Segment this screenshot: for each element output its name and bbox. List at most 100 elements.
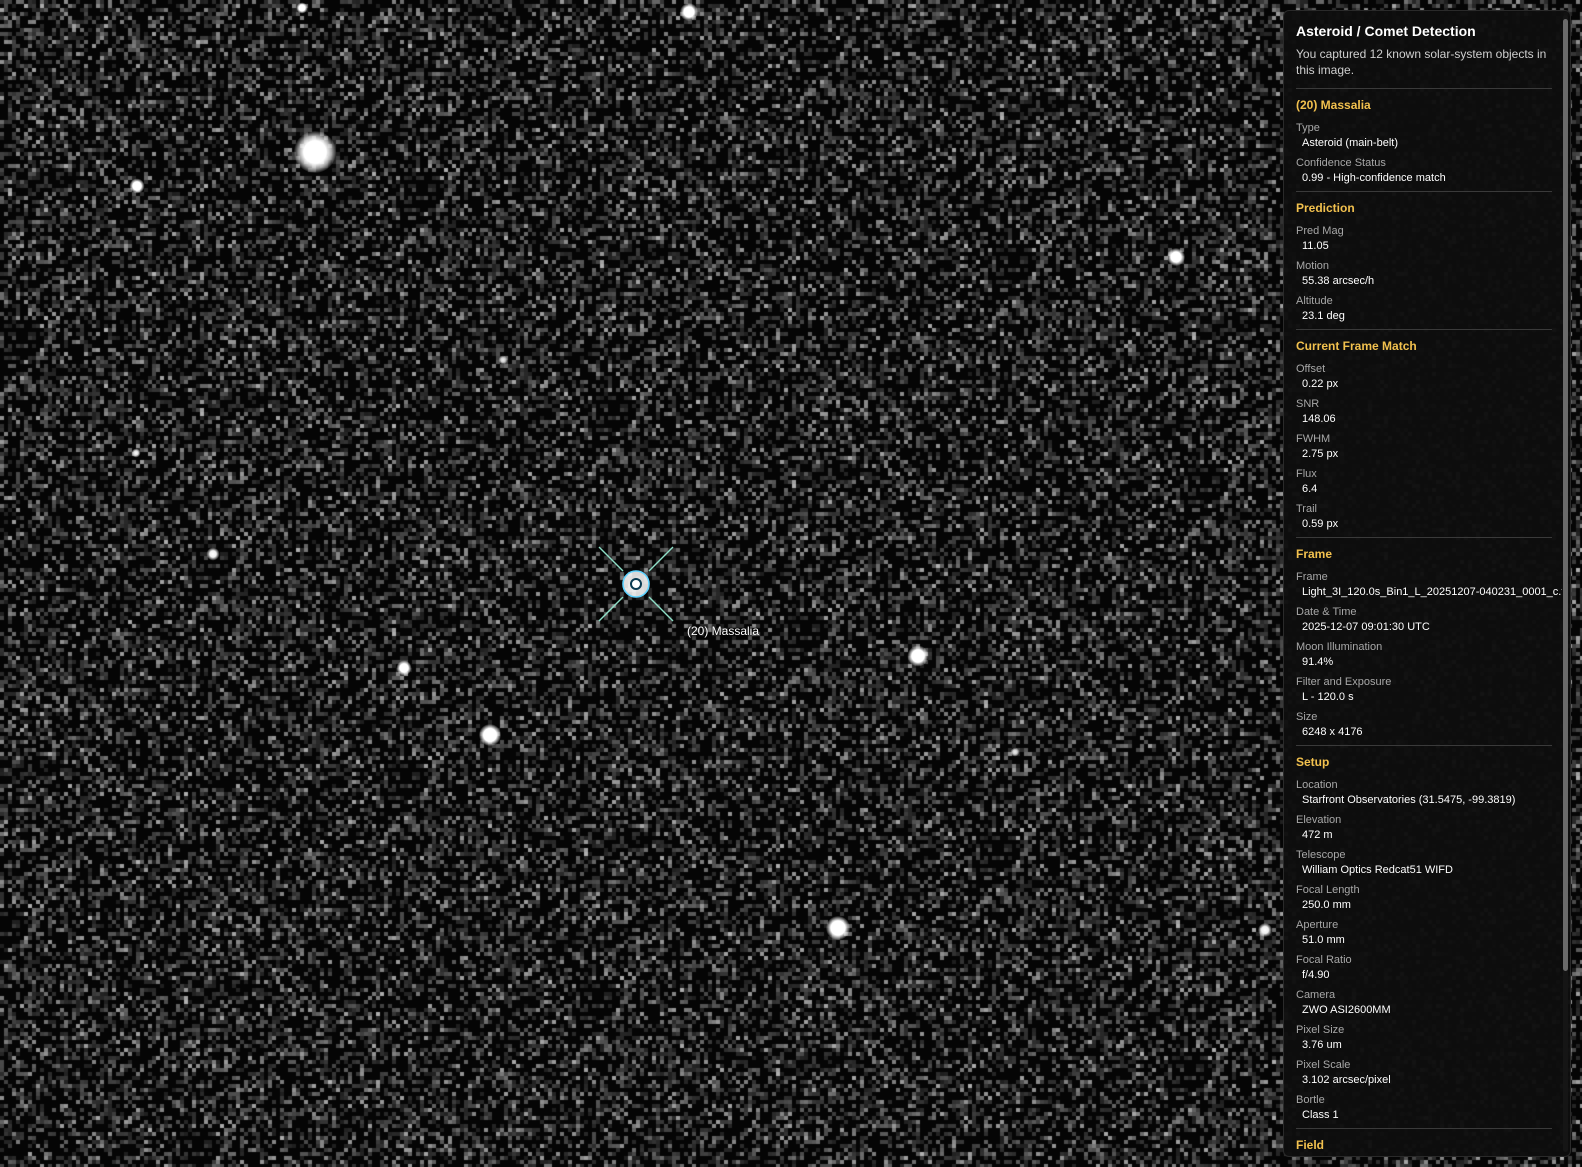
divider (1296, 191, 1552, 192)
field-value: 0.99 - High-confidence match (1302, 172, 1446, 184)
field-label: Flux (1296, 468, 1317, 480)
field-label: Frame (1296, 571, 1328, 583)
field-value: 2025-12-07 09:01:30 UTC (1302, 621, 1430, 633)
info-field: Confidence Status 0.99 - High-confidence … (1296, 156, 1552, 186)
detection-info-panel[interactable]: Asteroid / Comet Detection You captured … (1283, 10, 1571, 1157)
field-label: SNR (1296, 398, 1320, 410)
field-label: Focal Length (1296, 884, 1360, 896)
field-label: Confidence Status (1296, 157, 1386, 169)
star (1258, 923, 1272, 937)
field-label: Date & Time (1296, 606, 1357, 618)
object-name: (20) Massalia (1296, 98, 1371, 112)
info-field: Altitude 23.1 deg (1296, 294, 1552, 324)
info-field: FWHM 2.75 px (1296, 432, 1552, 462)
info-field: Date & Time 2025-12-07 09:01:30 UTC (1296, 605, 1552, 635)
field-value: 0.22 px (1302, 378, 1339, 390)
field-label: Altitude (1296, 295, 1333, 307)
info-field: Elevation 472 m (1296, 813, 1552, 843)
info-field: Focal Ratio f/4.90 (1296, 953, 1552, 983)
star (129, 178, 145, 194)
field-value: ZWO ASI2600MM (1302, 1004, 1391, 1016)
star (294, 131, 336, 173)
info-field: Frame Light_3I_120.0s_Bin1_L_20251207-040… (1296, 570, 1562, 600)
field-label: Elevation (1296, 814, 1342, 826)
divider (1296, 745, 1552, 746)
field-value: Light_3I_120.0s_Bin1_L_20251207-040231_0… (1302, 586, 1562, 598)
field-value: Class 1 (1302, 1109, 1339, 1121)
divider (1296, 329, 1552, 330)
section-title: Prediction (1296, 201, 1355, 215)
panel-scrollbar-thumb[interactable] (1563, 19, 1568, 971)
info-field: Focal Length 250.0 mm (1296, 883, 1552, 913)
field-label: Camera (1296, 989, 1336, 1001)
field-value: 3.76 um (1302, 1039, 1342, 1051)
info-field: Camera ZWO ASI2600MM (1296, 988, 1552, 1018)
field-value: 0.59 px (1302, 518, 1339, 530)
panel-subtitle: You captured 12 known solar-system objec… (1296, 47, 1547, 77)
info-field: SNR 148.06 (1296, 397, 1552, 427)
info-field: Bortle Class 1 (1296, 1093, 1552, 1123)
panel-title: Asteroid / Comet Detection (1296, 23, 1476, 39)
field-label: FWHM (1296, 433, 1331, 445)
star (680, 3, 698, 21)
field-label: Pred Mag (1296, 225, 1344, 237)
info-field: Trail 0.59 px (1296, 502, 1552, 532)
field-value: 23.1 deg (1302, 310, 1345, 322)
field-value: Asteroid (main-belt) (1302, 137, 1398, 149)
field-label: Moon Illumination (1296, 641, 1383, 653)
field-label: Trail (1296, 503, 1317, 515)
field-value: 2.75 px (1302, 448, 1339, 460)
info-field: Motion 55.38 arcsec/h (1296, 259, 1552, 289)
field-value: 11.05 (1302, 240, 1329, 252)
divider (1296, 537, 1552, 538)
field-label: Location (1296, 779, 1338, 791)
field-label: Filter and Exposure (1296, 676, 1392, 688)
star (826, 916, 850, 940)
field-label: Telescope (1296, 849, 1346, 861)
star (498, 355, 508, 365)
star (907, 645, 929, 667)
field-value: 3.102 arcsec/pixel (1302, 1074, 1391, 1086)
info-field: Location Starfront Observatories (31.5475… (1296, 778, 1552, 808)
section-title: Frame (1296, 547, 1333, 561)
section-title: Setup (1296, 755, 1330, 769)
star (1167, 248, 1185, 266)
object-fields: Type Asteroid (main-belt) Confidence Statu… (1296, 121, 1552, 186)
info-field: Type Asteroid (main-belt) (1296, 121, 1552, 151)
star (1010, 747, 1020, 757)
divider (1296, 1128, 1552, 1129)
star (396, 660, 412, 676)
field-value: 51.0 mm (1302, 934, 1345, 946)
field-label: Aperture (1296, 919, 1339, 931)
field-label: Size (1296, 711, 1318, 723)
field-value: 472 m (1302, 829, 1333, 841)
field-value: L - 120.0 s (1302, 691, 1354, 703)
field-value: 91.4% (1302, 656, 1334, 668)
field-value: 6.4 (1302, 483, 1318, 495)
panel-sections: Prediction Pred Mag 11.05 Motion 55.38 arcse… (1296, 201, 1562, 1152)
field-label: Motion (1296, 260, 1330, 272)
field-value: 6248 x 4176 (1302, 726, 1363, 738)
star (479, 724, 501, 746)
info-field: Pixel Scale 3.102 arcsec/pixel (1296, 1058, 1552, 1088)
info-field: Size 6248 x 4176 (1296, 710, 1552, 740)
field-value: 148.06 (1302, 413, 1336, 425)
field-label: Pixel Scale (1296, 1059, 1351, 1071)
divider (1296, 88, 1552, 89)
panel-content: Asteroid / Comet Detection You captured … (1284, 11, 1562, 1156)
section-title: Field (1296, 1138, 1325, 1152)
info-field: Moon Illumination 91.4% (1296, 640, 1552, 670)
info-field: Pixel Size 3.76 um (1296, 1023, 1552, 1053)
field-value: Starfront Observatories (31.5475, -99.38… (1302, 794, 1516, 806)
section-title: Current Frame Match (1296, 339, 1417, 353)
field-label: Bortle (1296, 1094, 1325, 1106)
star (206, 547, 220, 561)
field-label: Type (1296, 122, 1320, 134)
field-label: Offset (1296, 363, 1326, 375)
star (131, 448, 141, 458)
field-label: Pixel Size (1296, 1024, 1345, 1036)
target-label: (20) Massalia (687, 624, 760, 638)
info-field: Aperture 51.0 mm (1296, 918, 1552, 948)
field-value: 55.38 arcsec/h (1302, 275, 1375, 287)
info-field: Flux 6.4 (1296, 467, 1552, 497)
